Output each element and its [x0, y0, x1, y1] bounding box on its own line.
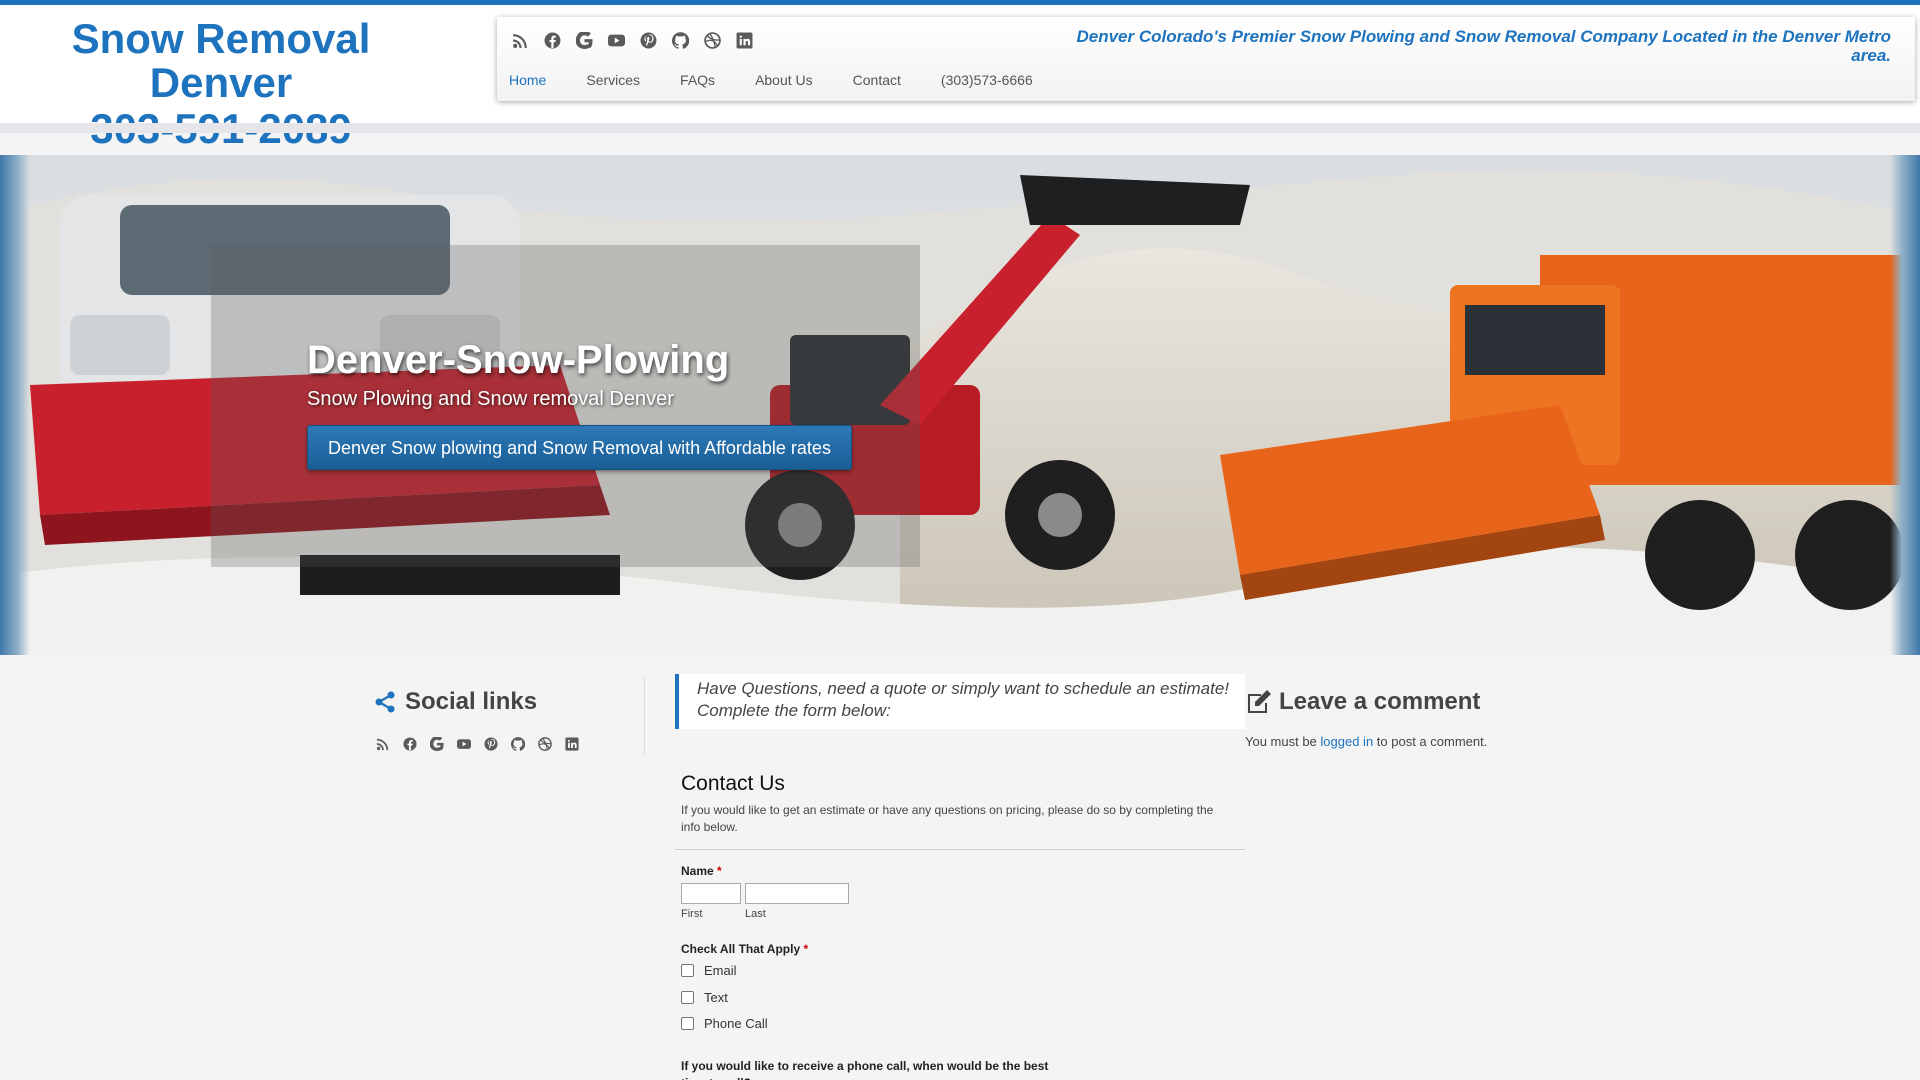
checkbox-option-text[interactable]: Text: [681, 990, 728, 1005]
first-name-input[interactable]: [681, 883, 741, 904]
pinterest-icon[interactable]: [639, 31, 658, 50]
share-icon: [375, 691, 395, 713]
hero-cta-button[interactable]: Denver Snow plowing and Snow Removal wit…: [307, 425, 852, 470]
text-checkbox[interactable]: [681, 991, 694, 1004]
required-asterisk: *: [803, 942, 809, 956]
email-checkbox[interactable]: [681, 964, 694, 977]
sidebar-title: Social links: [373, 688, 643, 716]
hero-right-edge: [1890, 155, 1920, 655]
email-checkbox-label: Email: [704, 963, 737, 978]
header-separator-band: [0, 123, 1920, 133]
nav-item-about-us[interactable]: About Us: [755, 72, 833, 88]
github-icon[interactable]: [671, 31, 690, 50]
youtube-icon[interactable]: [456, 736, 472, 752]
comment-title-text: Leave a comment: [1279, 688, 1481, 715]
name-label-text: Name: [681, 864, 714, 878]
pinterest-icon[interactable]: [483, 736, 499, 752]
dribbble-icon[interactable]: [703, 31, 722, 50]
hero-subtitle: Snow Plowing and Snow removal Denver: [307, 388, 674, 410]
google-icon[interactable]: [429, 736, 445, 752]
last-name-input[interactable]: [745, 883, 849, 904]
hero-slider[interactable]: Denver-Snow-Plowing Snow Plowing and Sno…: [0, 155, 1920, 655]
main-nav: Home Services FAQs About Us Contact (303…: [509, 72, 1073, 88]
contact-form-title: Contact Us: [681, 772, 785, 795]
form-divider: [675, 849, 1245, 850]
comment-login-notice: You must be logged in to post a comment.: [1245, 734, 1487, 749]
contact-form-description: If you would like to get an estimate or …: [681, 803, 1214, 834]
checkbox-option-phone-call[interactable]: Phone Call: [681, 1016, 768, 1031]
youtube-icon[interactable]: [607, 31, 626, 50]
last-name-sublabel: Last: [745, 908, 766, 920]
edit-icon: [1248, 690, 1271, 713]
column-divider: [644, 676, 645, 756]
required-asterisk: *: [717, 864, 722, 878]
rss-icon[interactable]: [511, 31, 530, 50]
site-header: Snow Removal Denver 303-591-2089 Denver …: [0, 5, 1920, 152]
sidebar-social-icons: [375, 736, 643, 752]
nav-item-phone[interactable]: (303)573-6666: [941, 72, 1053, 88]
facebook-icon[interactable]: [402, 736, 418, 752]
facebook-icon[interactable]: [543, 31, 562, 50]
nav-item-contact[interactable]: Contact: [853, 72, 921, 88]
phone-time-question: If you would like to receive a phone cal…: [681, 1059, 1049, 1080]
first-name-sublabel: First: [681, 908, 703, 920]
header-social-links: [511, 31, 754, 50]
sidebar-social-widget: Social links: [373, 688, 643, 752]
nav-item-faqs[interactable]: FAQs: [680, 72, 735, 88]
github-icon[interactable]: [510, 736, 526, 752]
site-title[interactable]: Snow Removal Denver: [0, 17, 442, 105]
comment-section: Leave a comment You must be logged in to…: [1245, 688, 1487, 749]
hero-title: Denver-Snow-Plowing: [307, 338, 730, 382]
rss-icon[interactable]: [375, 736, 391, 752]
comment-prefix: You must be: [1245, 734, 1321, 749]
text-checkbox-label: Text: [704, 990, 728, 1005]
google-icon[interactable]: [575, 31, 594, 50]
intro-quote-text: Have Questions, need a quote or simply w…: [697, 679, 1230, 720]
phone-call-checkbox[interactable]: [681, 1017, 694, 1030]
site-tagline: Denver Colorado's Premier Snow Plowing a…: [1076, 27, 1891, 65]
linkedin-icon[interactable]: [735, 31, 754, 50]
header-nav-box: Denver Colorado's Premier Snow Plowing a…: [497, 17, 1915, 101]
comment-suffix: to post a comment.: [1373, 734, 1488, 749]
check-all-label: Check All That Apply *: [681, 942, 808, 956]
comment-title: Leave a comment: [1245, 688, 1487, 716]
intro-quote: Have Questions, need a quote or simply w…: [675, 674, 1245, 729]
sidebar-title-text: Social links: [405, 688, 538, 715]
checkbox-option-email[interactable]: Email: [681, 963, 737, 978]
name-label: Name *: [681, 864, 722, 878]
nav-item-home[interactable]: Home: [509, 72, 566, 88]
dribbble-icon[interactable]: [537, 736, 553, 752]
check-all-label-text: Check All That Apply: [681, 942, 801, 956]
linkedin-icon[interactable]: [564, 736, 580, 752]
logged-in-link[interactable]: logged in: [1320, 734, 1373, 749]
nav-item-services[interactable]: Services: [586, 72, 660, 88]
hero-left-edge: [0, 155, 30, 655]
phone-call-checkbox-label: Phone Call: [704, 1016, 768, 1031]
